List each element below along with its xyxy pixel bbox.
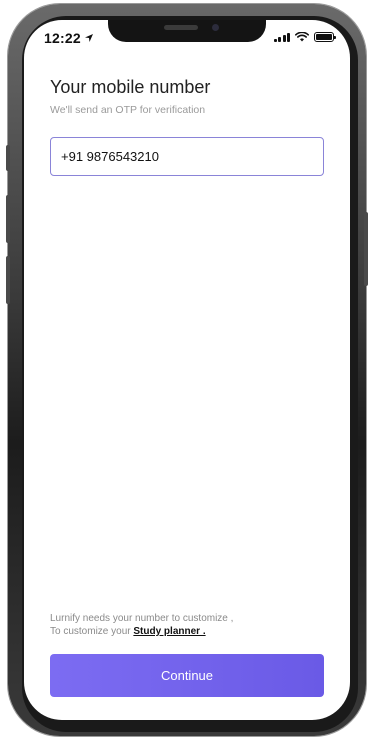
wifi-icon	[295, 32, 309, 42]
mute-switch	[6, 145, 10, 171]
volume-down-button	[6, 256, 10, 304]
volume-up-button	[6, 195, 10, 243]
study-planner-link[interactable]: Study planner .	[133, 626, 205, 637]
status-time: 12:22	[44, 30, 81, 46]
phone-screen: 12:22 Your mobile number We'll send an O…	[24, 20, 350, 720]
location-arrow-icon	[85, 34, 93, 42]
footer-note-line1: Lurnify needs your number to customize ,	[50, 613, 234, 624]
notch	[108, 20, 266, 42]
cellular-signal-icon	[273, 32, 290, 42]
speaker-grille	[164, 25, 198, 30]
mobile-number-input[interactable]	[50, 137, 324, 176]
footer-note-line2: To customize your Study planner .	[50, 625, 233, 638]
footer-note-prefix: To customize your	[50, 626, 134, 637]
battery-icon	[314, 32, 336, 42]
footer-note: Lurnify needs your number to customize ,…	[50, 612, 233, 638]
front-camera	[212, 24, 219, 31]
page-subtitle: We'll send an OTP for verification	[50, 104, 206, 116]
status-indicators	[273, 32, 336, 42]
page-title: Your mobile number	[50, 77, 211, 97]
continue-button[interactable]: Continue	[50, 654, 324, 697]
power-button	[364, 212, 368, 286]
